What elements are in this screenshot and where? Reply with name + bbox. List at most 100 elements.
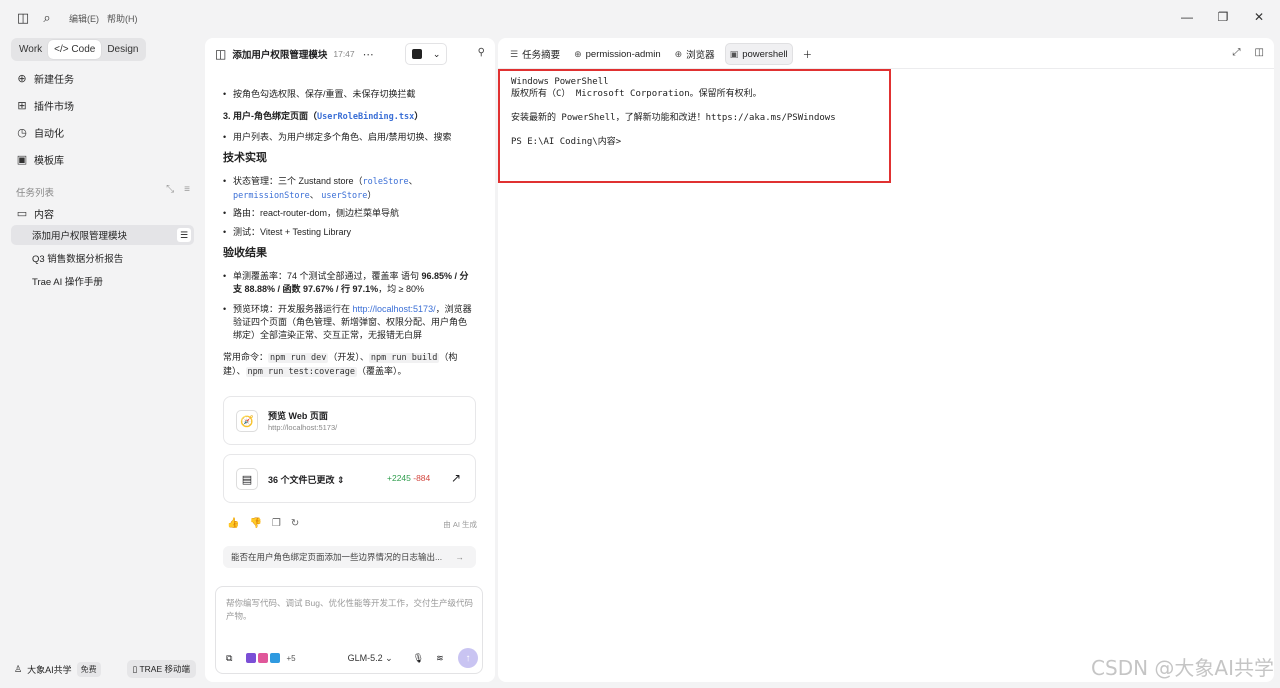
command-line: 常用命令： npm run dev （开发）、 npm run build （构建）、 n… <box>223 351 475 379</box>
more-icon[interactable]: ⋯ <box>363 48 374 61</box>
task-item-active[interactable]: 添加用户权限管理模块 ☰ <box>11 225 194 245</box>
chevron-down-icon: ⌄ <box>432 48 441 59</box>
composer: ⧉ +5 GLM-5.2 ⌄ 🎙 ≋ ↑ <box>215 586 483 674</box>
nav-automation-label: 自动化 <box>34 129 64 140</box>
minimize-icon[interactable]: — <box>1176 6 1198 28</box>
localhost-link[interactable]: http://localhost:5173/ <box>353 304 436 314</box>
add-tab-button[interactable]: ＋ <box>799 43 817 65</box>
sidebar-toggle-icon[interactable]: ◫ <box>11 6 35 30</box>
heading-result: 验收结果 <box>223 247 267 259</box>
nav-automation[interactable]: ◷ 自动化 <box>16 125 64 140</box>
sidebar: Work </> Code Design ⊕ 新建任务 ⊞ 插件市场 ◷ 自动化 ▣ 模… <box>0 36 202 688</box>
open-arrow-icon[interactable]: ↗ <box>451 471 461 485</box>
model-select[interactable]: GLM-5.2 ⌄ <box>348 653 393 664</box>
file-icon: ▤ <box>236 468 258 490</box>
send-button[interactable]: ↑ <box>458 648 478 668</box>
mode-switch: Work </> Code Design <box>11 38 147 61</box>
model-chip[interactable]: ⌄ <box>405 43 447 65</box>
bullet-item: 状态管理：三个 Zustand store（roleStore、permissi… <box>223 175 475 203</box>
plus-circle-icon: ⊕ <box>17 73 27 85</box>
suggestion-chip[interactable]: 能否在用户角色绑定页面添加一些边界情况的日志输出... → <box>223 546 476 568</box>
close-icon[interactable]: ✕ <box>1248 6 1270 28</box>
folder-icon: ▭ <box>16 208 28 220</box>
ai-generated-tag: 由 AI 生成 <box>443 520 477 529</box>
heading-text: ） <box>414 111 424 121</box>
files-title-text: 36 个文件已更改 <box>268 475 335 485</box>
chat-time: 17:47 <box>333 49 355 59</box>
preview-card[interactable]: 🧭 预览 Web 页面 http://localhost:5173/ <box>223 396 476 445</box>
model-name: GLM-5.2 <box>347 652 383 663</box>
text: 、 <box>309 190 319 200</box>
mode-work[interactable]: Work <box>13 40 48 59</box>
mode-design[interactable]: Design <box>101 40 144 59</box>
phone-icon: ▯ <box>132 664 138 674</box>
tab-powershell[interactable]: ▣ powershell <box>724 43 793 65</box>
tab-summary[interactable]: ☰ 任务摘要 <box>506 43 564 65</box>
nav-new-task[interactable]: ⊕ 新建任务 <box>16 71 74 86</box>
chat-panel: ◫ 添加用户权限管理模块 17:47 ⋯ ⌄ ⚲ 按角色勾选权限、保存/重置、未… <box>205 38 495 682</box>
user-info[interactable]: ♙ 大象AI共学 免费 <box>14 661 101 677</box>
sort-icon: ⇕ <box>337 475 345 485</box>
template-icon: ▣ <box>16 154 28 166</box>
menu-help[interactable]: 帮助(H) <box>107 12 138 25</box>
task-detail-icon[interactable]: ☰ <box>177 228 191 242</box>
text: 、 <box>408 176 418 186</box>
folder-content[interactable]: ▭ 内容 <box>16 206 54 221</box>
preview-url: http://localhost:5173/ <box>268 423 338 432</box>
lines-removed: -884 <box>413 473 431 483</box>
mobile-button[interactable]: ▯ TRAE 移动端 <box>126 660 196 678</box>
waveform-icon[interactable]: ≋ <box>436 653 444 664</box>
chat-header: ◫ 添加用户权限管理模块 17:47 ⋯ <box>205 38 495 70</box>
chat-input[interactable] <box>226 597 476 631</box>
collapse-icon[interactable]: ⤡ <box>166 184 174 195</box>
files-changed-card[interactable]: ▤ 36 个文件已更改 ⇕ +2245 -884 ↗ <box>223 454 476 503</box>
globe-icon: ⊕ <box>574 48 582 59</box>
title-bar: ◫ ⌕ 编辑(E) 帮助(H) — ❐ ✕ <box>0 0 1280 36</box>
folder-label: 内容 <box>34 210 54 221</box>
code: npm run dev <box>268 353 329 363</box>
bullet-item: 路由：react-router-dom，侧边栏菜单导航 <box>223 207 399 220</box>
code: npm run test:coverage <box>245 367 357 377</box>
app-icons[interactable] <box>246 653 281 663</box>
task-item[interactable]: Q3 销售数据分析报告 <box>11 248 194 268</box>
heading-text: 3. 用户-角色绑定页面（ <box>223 111 318 121</box>
image-app-icon <box>258 653 269 663</box>
copy-icon[interactable]: ❐ <box>272 518 281 529</box>
watermark: CSDN @大象AI共学 <box>1091 656 1274 680</box>
thumbs-down-icon[interactable]: 👎 <box>249 518 261 529</box>
globe-icon: ⊕ <box>674 48 683 59</box>
split-view-icon[interactable]: ◫ <box>1255 47 1264 58</box>
mic-icon[interactable]: 🎙 <box>413 653 424 664</box>
workspace-panel: ☰ 任务摘要 ⊕ permission-admin ⊕ 浏览器 ▣ powershell… <box>498 38 1274 682</box>
suggestion-text: 能否在用户角色绑定页面添加一些边界情况的日志输出... <box>231 552 443 562</box>
text: 预览环境：开发服务器运行在 <box>233 304 353 314</box>
code: roleStore <box>362 177 409 187</box>
code: npm run build <box>368 353 440 363</box>
nav-templates-label: 模板库 <box>34 156 64 167</box>
task-item[interactable]: Trae AI 操作手册 <box>11 271 194 291</box>
video-app-icon <box>246 653 257 663</box>
expand-icon[interactable]: ⤢ <box>1233 47 1241 58</box>
retry-icon[interactable]: ↻ <box>291 518 299 529</box>
filter-icon[interactable]: ≡ <box>184 184 190 195</box>
tab-browser[interactable]: ⊕ 浏览器 <box>671 43 719 65</box>
nav-plugins[interactable]: ⊞ 插件市场 <box>16 98 74 113</box>
tab-permission-admin[interactable]: ⊕ permission-admin <box>570 43 665 65</box>
plus-icon: ＋ <box>802 50 813 61</box>
sidebar-footer: ♙ 大象AI共学 免费 ▯ TRAE 移动端 <box>14 660 196 678</box>
search-icon[interactable]: ⌕ <box>35 6 59 30</box>
attach-icon[interactable]: ⧉ <box>226 653 232 664</box>
thumbs-up-icon[interactable]: 👍 <box>227 518 239 529</box>
nav-templates[interactable]: ▣ 模板库 <box>16 152 64 167</box>
files-title: 36 个文件已更改 ⇕ <box>268 473 345 486</box>
text: ，均 ≥ 80% <box>378 284 425 294</box>
menu-edit[interactable]: 编辑(E) <box>69 12 99 25</box>
restore-icon[interactable]: ❐ <box>1212 6 1234 28</box>
mode-code[interactable]: </> Code <box>48 40 102 59</box>
code: userStore <box>321 191 368 201</box>
text: 单测覆盖率：74 个测试全部通过，覆盖率 语句 <box>233 271 422 281</box>
file-code: UserRoleBinding.tsx <box>317 112 415 122</box>
pin-icon[interactable]: ⚲ <box>478 47 485 58</box>
sidebar-panel-icon[interactable]: ◫ <box>215 47 226 61</box>
diff-stats: +2245 -884 <box>387 473 430 483</box>
